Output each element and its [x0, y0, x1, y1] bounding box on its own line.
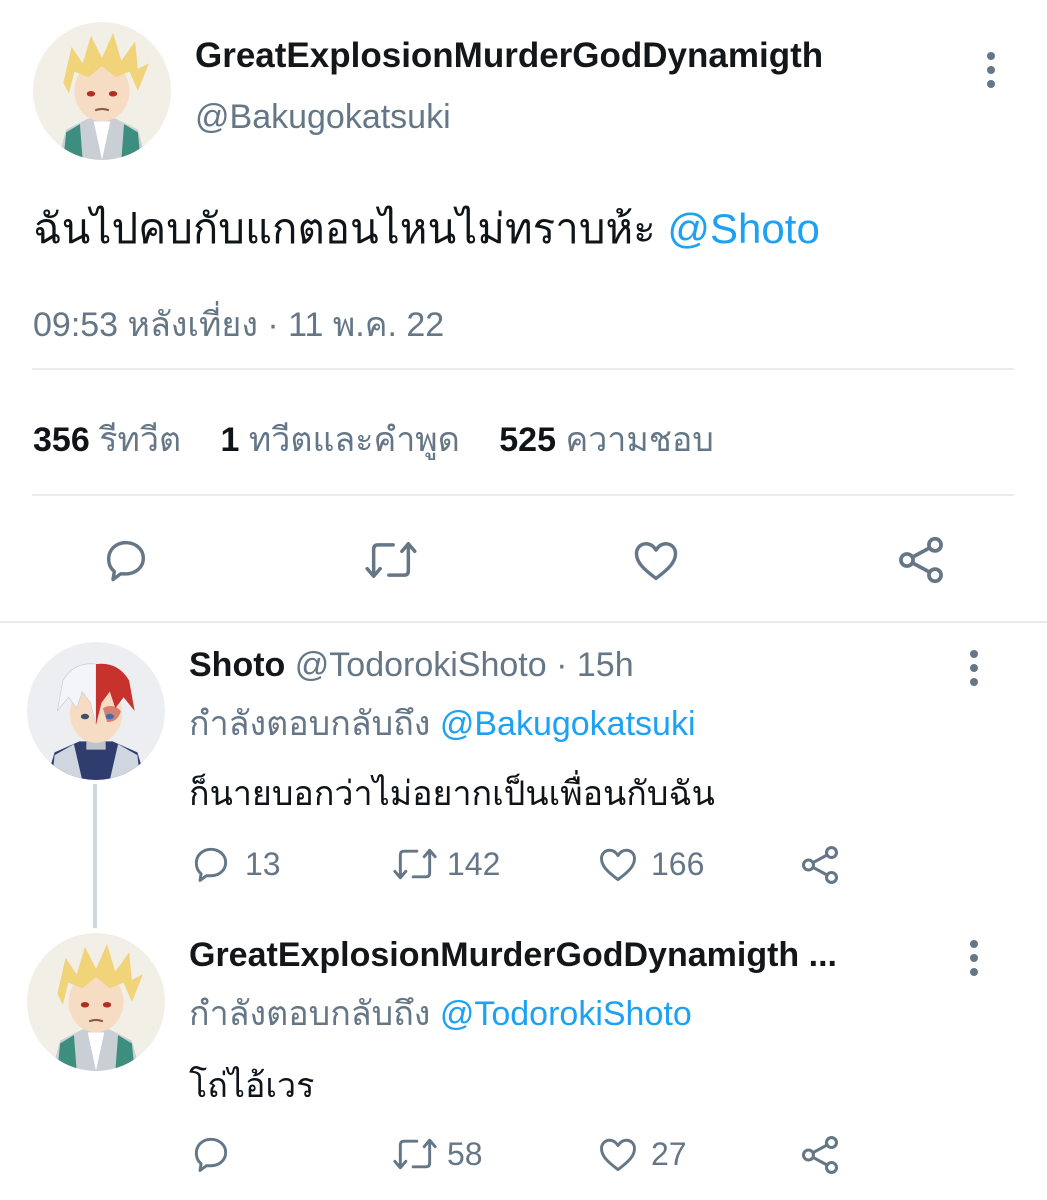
reply-text: ก็นายบอกว่าไม่อยากเป็นเพื่อนกับฉัน	[189, 775, 715, 813]
replying-mention[interactable]: @TodorokiShoto	[440, 995, 692, 1033]
like-icon[interactable]	[629, 534, 683, 586]
tweet-stats: 356 รีทวีต 1 ทวีตและคำพูด 525 ความชอบ	[33, 412, 714, 466]
section-separator	[0, 621, 1047, 623]
retweet-icon[interactable]	[360, 534, 422, 586]
reply-icon[interactable]	[189, 1132, 233, 1176]
mention-link[interactable]: @Shoto	[667, 205, 819, 252]
share-icon[interactable]	[797, 842, 843, 888]
main-display-name[interactable]: GreatExplosionMurderGodDynamigth	[195, 36, 823, 76]
more-icon[interactable]	[967, 940, 981, 982]
reply-handle[interactable]: @TodorokiShoto	[295, 646, 547, 684]
likes-label: ความชอบ	[565, 421, 714, 459]
reply-header: Shoto @TodorokiShoto · 15h	[189, 646, 634, 685]
avatar-bakugo[interactable]	[27, 933, 165, 1071]
replying-label: กำลังตอบกลับถึง	[189, 995, 431, 1033]
quotes-stat[interactable]: 1 ทวีตและคำพูด	[221, 421, 470, 459]
retweet-count: 142	[447, 846, 501, 882]
retweet-icon[interactable]	[389, 842, 441, 886]
retweet-count: 58	[447, 1136, 483, 1172]
thread-line	[93, 784, 97, 928]
like-count: 166	[651, 846, 705, 882]
main-handle[interactable]: @Bakugokatsuki	[195, 98, 451, 137]
reply-action-bar: 58 27	[189, 1132, 849, 1178]
like-count: 27	[651, 1136, 687, 1172]
reply-text: โถ่ไอ้เวร	[189, 1067, 315, 1105]
reply-icon[interactable]	[100, 534, 152, 586]
reply-display-name[interactable]: GreatExplosionMurderGodDynamigth ...	[189, 936, 837, 975]
like-icon[interactable]	[595, 842, 641, 886]
replying-mention[interactable]: @Bakugokatsuki	[440, 705, 696, 743]
like-icon[interactable]	[595, 1132, 641, 1176]
retweets-label: รีทวีต	[99, 421, 182, 459]
quotes-label: ทวีตและคำพูด	[248, 421, 460, 459]
reply-display-name[interactable]: Shoto	[189, 646, 285, 684]
share-icon[interactable]	[893, 532, 949, 588]
reply-count: 13	[245, 846, 281, 882]
retweets-count: 356	[33, 421, 90, 459]
retweet-icon[interactable]	[389, 1132, 441, 1176]
reply-time[interactable]: · 15h	[556, 646, 634, 684]
likes-stat[interactable]: 525 ความชอบ	[499, 421, 714, 459]
retweets-stat[interactable]: 356 รีทวีต	[33, 421, 191, 459]
more-icon[interactable]	[967, 650, 981, 692]
avatar-bakugo[interactable]	[33, 22, 171, 160]
likes-count: 525	[499, 421, 556, 459]
share-icon[interactable]	[797, 1132, 843, 1178]
divider	[32, 368, 1014, 370]
tweet-timestamp[interactable]: 09:53 หลังเที่ยง · 11 พ.ค. 22	[33, 297, 444, 351]
reply-action-bar: 13 142 166	[189, 842, 849, 888]
tweet-text: ฉันไปคบกับแกตอนไหนไม่ทราบห้ะ @Shoto	[33, 196, 820, 262]
avatar-shoto[interactable]	[27, 642, 165, 780]
quotes-count: 1	[220, 421, 240, 459]
replying-to: กำลังตอบกลับถึง @Bakugokatsuki	[189, 696, 696, 750]
replying-to: กำลังตอบกลับถึง @TodorokiShoto	[189, 986, 692, 1040]
replying-label: กำลังตอบกลับถึง	[189, 705, 431, 743]
more-icon[interactable]	[984, 52, 998, 94]
reply-icon[interactable]	[189, 842, 233, 886]
divider	[32, 494, 1014, 496]
tweet-body: ฉันไปคบกับแกตอนไหนไม่ทราบห้ะ	[33, 205, 656, 252]
